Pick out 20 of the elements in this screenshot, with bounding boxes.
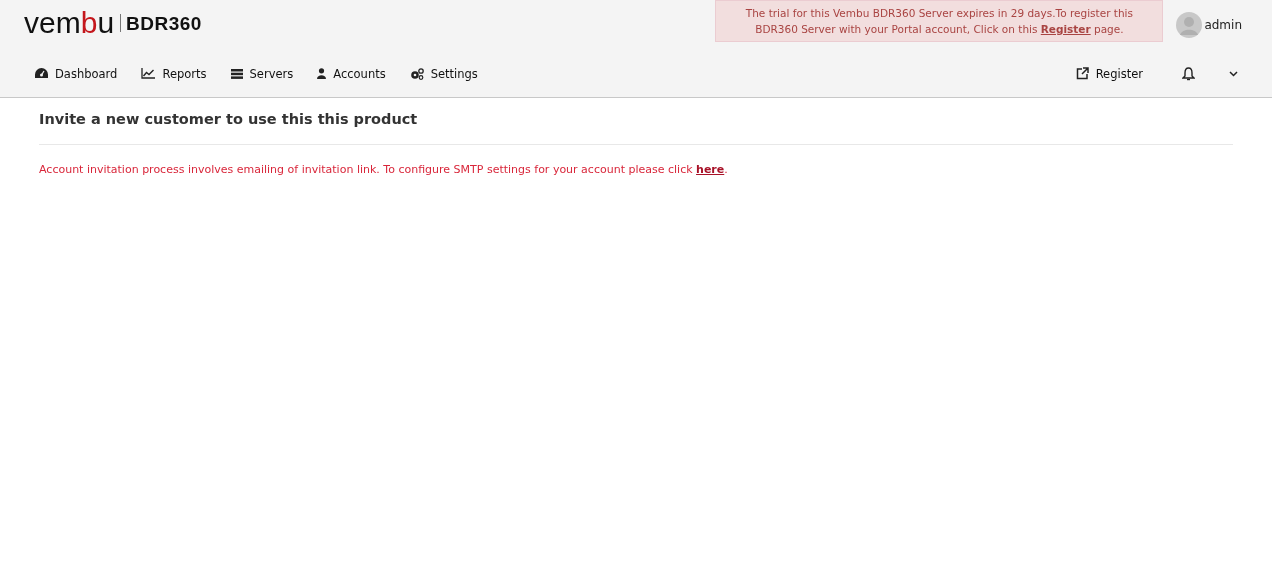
- nav-item[interactable]: Dashboard: [35, 66, 118, 81]
- register-button[interactable]: Register: [1075, 66, 1143, 81]
- external-link-icon: [1075, 67, 1089, 80]
- dashboard-icon: [35, 68, 48, 79]
- bell-icon[interactable]: [1182, 66, 1195, 81]
- nav-item[interactable]: Accounts: [317, 66, 386, 81]
- trial-banner: The trial for this Vembu BDR360 Server expires in 29 days.To register this BDR360 Server with your Portal account, Click on this Register page.: [715, 0, 1164, 42]
- page-heading: Invite a new customer to use this this product: [39, 98, 1233, 145]
- line-chart-icon: [141, 68, 156, 79]
- user-icon: [317, 68, 327, 79]
- logo: vembu BDR360: [24, 6, 202, 40]
- nav-item[interactable]: Reports: [141, 66, 207, 81]
- smtp-notice: Account invitation process involves emailing of invitation link. To configure SMTP settings for your account please click here.: [39, 163, 729, 176]
- chevron-down-icon[interactable]: [1229, 70, 1238, 77]
- nav-item[interactable]: Settings: [409, 66, 478, 81]
- user-name[interactable]: admin: [1204, 18, 1242, 32]
- nav-item[interactable]: Servers: [230, 66, 294, 81]
- server-icon: [230, 68, 243, 79]
- register-link[interactable]: Register: [1040, 23, 1091, 35]
- gears-icon: [409, 67, 424, 80]
